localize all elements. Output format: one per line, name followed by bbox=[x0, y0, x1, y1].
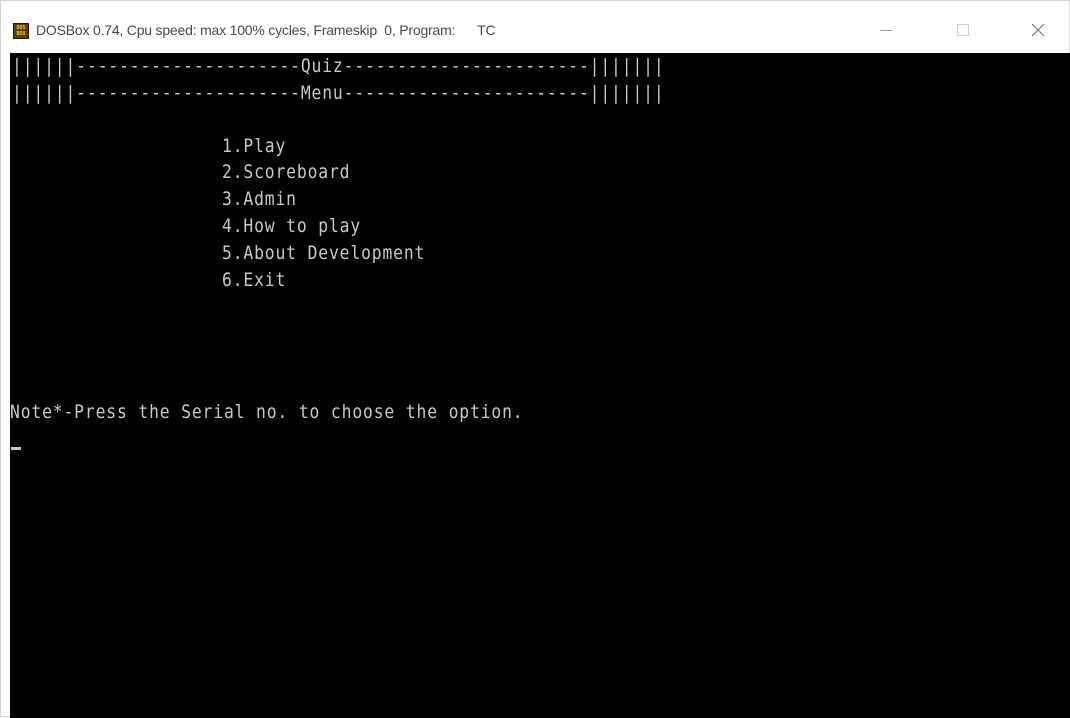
dosbox-icon[interactable]: DOS BOX bbox=[13, 23, 29, 39]
close-button[interactable] bbox=[1015, 13, 1061, 47]
menu-item-scoreboard: 2.Scoreboard bbox=[222, 161, 351, 183]
instruction-note: Note*-Press the Serial no. to choose the… bbox=[10, 401, 524, 423]
menu-item-admin: 3.Admin bbox=[222, 188, 297, 210]
menu-item-how-to-play: 4.How to play bbox=[222, 215, 362, 237]
window-title: DOSBox 0.74, Cpu speed: max 100% cycles,… bbox=[36, 22, 496, 38]
quiz-banner: ||||||---------------------Quiz---------… bbox=[12, 55, 665, 77]
menu-banner: ||||||---------------------Menu---------… bbox=[12, 82, 665, 104]
dos-terminal-screen[interactable]: ||||||---------------------Quiz---------… bbox=[10, 53, 1070, 718]
maximize-icon bbox=[957, 24, 969, 36]
minimize-icon bbox=[880, 30, 892, 31]
text-cursor[interactable] bbox=[11, 447, 21, 450]
title-bar[interactable]: DOS BOX DOSBox 0.74, Cpu speed: max 100%… bbox=[1, 1, 1069, 53]
menu-item-about-development: 5.About Development bbox=[222, 242, 426, 264]
minimize-button[interactable] bbox=[863, 13, 909, 47]
close-icon bbox=[1031, 23, 1045, 37]
menu-item-play: 1.Play bbox=[222, 135, 287, 157]
maximize-button[interactable] bbox=[940, 13, 986, 47]
menu-item-exit: 6.Exit bbox=[222, 269, 287, 291]
dosbox-window: DOS BOX DOSBox 0.74, Cpu speed: max 100%… bbox=[0, 0, 1070, 718]
